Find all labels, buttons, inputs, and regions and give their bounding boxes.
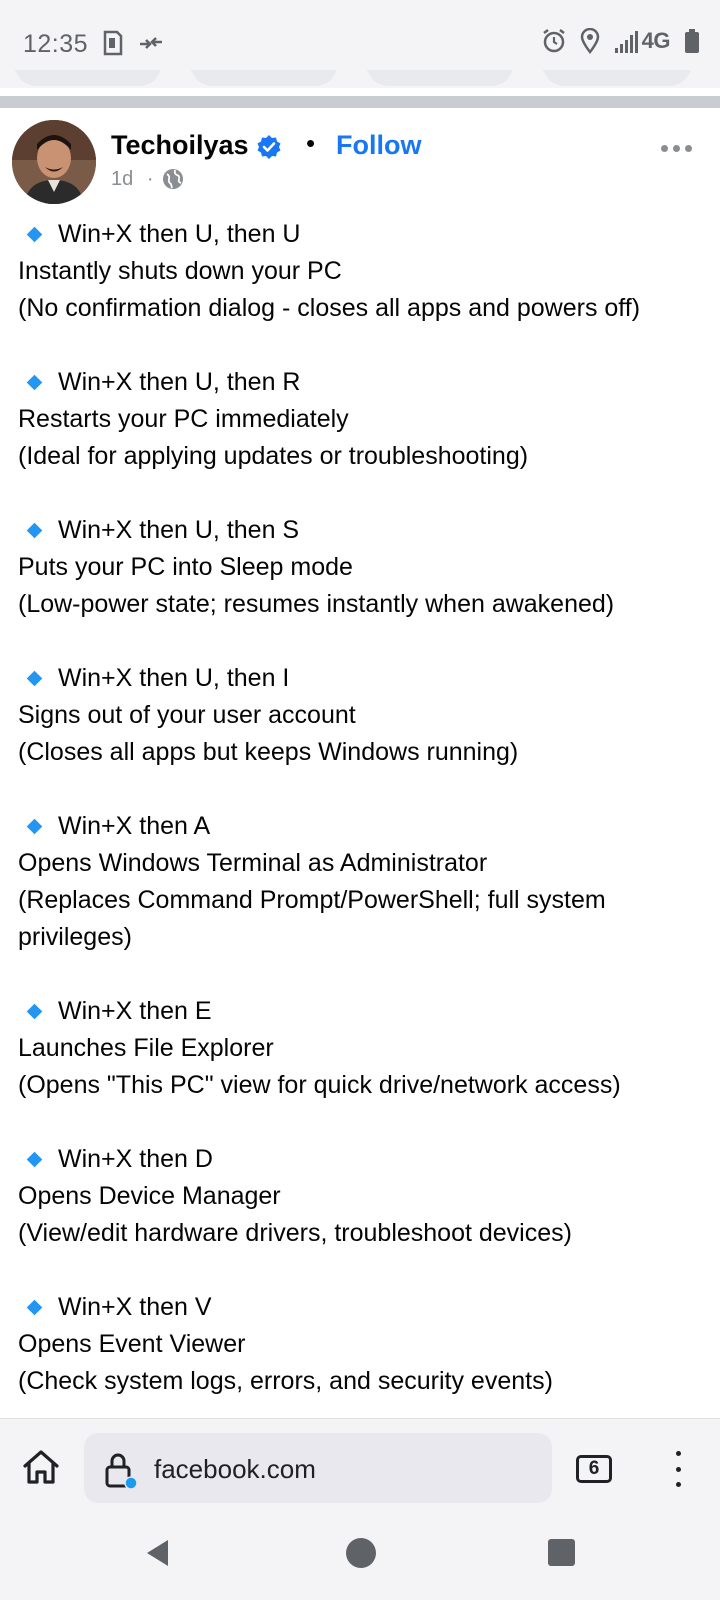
- shortcut-keys: Win+X then U, then S: [58, 516, 300, 544]
- shortcut-keys: Win+X then U, then R: [58, 368, 301, 396]
- author-name[interactable]: Techoilyas: [111, 130, 249, 161]
- shortcut-tip: Win+X then A Opens Windows Terminal as Ad…: [18, 808, 708, 956]
- shortcut-keys: Win+X then D: [58, 1145, 213, 1173]
- shortcut-tip: Win+X then U, then U Instantly shuts down…: [18, 216, 708, 327]
- signal-icon: [614, 31, 638, 53]
- shortcut-keys-line: Win+X then U, then U: [18, 216, 708, 253]
- shortcut-keys-line: Win+X then U, then I: [18, 660, 708, 697]
- separator-dot: •: [306, 128, 316, 158]
- shortcut-keys: Win+X then V: [58, 1293, 212, 1321]
- shortcut-description: Opens Event Viewer: [18, 1330, 246, 1358]
- shortcut-description: Restarts your PC immediately: [18, 405, 349, 433]
- recent-apps-icon[interactable]: [548, 1539, 575, 1566]
- filter-pill[interactable]: [542, 70, 692, 86]
- shortcut-detail: (Check system logs, errors, and security…: [18, 1367, 553, 1395]
- shortcut-tip: Win+X then V Opens Event Viewer (Check sys…: [18, 1289, 708, 1400]
- location-icon: [580, 28, 599, 54]
- post-timestamp[interactable]: 1d ·: [111, 168, 153, 191]
- blue-diamond-icon: [26, 670, 43, 687]
- shortcut-tip: Win+X then U, then S Puts your PC into Sl…: [18, 512, 708, 623]
- shortcut-description: Launches File Explorer: [18, 1034, 274, 1062]
- shortcut-keys-line: Win+X then V: [18, 1289, 708, 1326]
- shortcut-detail: (Ideal for applying updates or troublesh…: [18, 442, 529, 470]
- more-options-button[interactable]: [656, 138, 696, 158]
- post-time-text: 1d: [111, 168, 134, 190]
- blue-diamond-icon: [26, 1003, 43, 1020]
- browser-menu-button[interactable]: [670, 1451, 686, 1487]
- shortcut-description: Signs out of your user account: [18, 701, 356, 729]
- blue-diamond-icon: [26, 1151, 43, 1168]
- tab-switcher-button[interactable]: 6: [576, 1455, 612, 1483]
- shortcut-keys-line: Win+X then U, then R: [18, 364, 708, 401]
- shortcut-keys-line: Win+X then A: [18, 808, 708, 845]
- back-icon[interactable]: [144, 1538, 172, 1568]
- filter-pill[interactable]: [14, 70, 162, 86]
- shortcut-keys: Win+X then U, then U: [58, 220, 301, 248]
- shortcut-tip: Win+X then E Launches File Explorer (Opens…: [18, 993, 708, 1104]
- lock-icon: [105, 1453, 138, 1490]
- shortcut-detail: (Low-power state; resumes instantly when…: [18, 590, 615, 618]
- post-text: Win+X then U, then U Instantly shuts down…: [18, 216, 708, 1418]
- more-dot: [672, 144, 680, 152]
- author-avatar[interactable]: [12, 120, 96, 204]
- shortcut-keys-line: Win+X then U, then S: [18, 512, 708, 549]
- blue-diamond-icon: [26, 374, 43, 391]
- menu-dot: [675, 1451, 681, 1456]
- menu-dot: [675, 1482, 681, 1487]
- browser-toolbar: facebook.com 6: [0, 1418, 720, 1520]
- shortcut-tip: Win+X then U, then R Restarts your PC imm…: [18, 364, 708, 475]
- shortcut-detail: (Replaces Command Prompt/PowerShell; ful…: [18, 886, 606, 951]
- battery-icon: [685, 29, 699, 53]
- alarm-icon: [542, 29, 565, 53]
- follow-button[interactable]: Follow: [336, 130, 421, 161]
- home-nav-icon[interactable]: [346, 1538, 376, 1568]
- network-type: 4G: [641, 28, 671, 53]
- post-header: Techoilyas • Follow 1d ·: [0, 108, 720, 208]
- address-bar[interactable]: facebook.com: [84, 1433, 552, 1503]
- more-dot: [684, 144, 692, 152]
- feed-filter-pills: [0, 70, 720, 90]
- time-separator: ·: [146, 168, 154, 190]
- shortcut-detail: (No confirmation dialog - closes all app…: [18, 294, 641, 322]
- filter-pill[interactable]: [190, 70, 338, 86]
- url-text: facebook.com: [154, 1454, 316, 1484]
- more-dot: [660, 144, 668, 152]
- data-transfer-icon: [140, 37, 162, 49]
- shortcut-detail: (Closes all apps but keeps Windows runni…: [18, 738, 519, 766]
- blue-diamond-icon: [26, 1299, 43, 1316]
- shortcut-keys-line: Win+X then D: [18, 1141, 708, 1178]
- section-divider: [0, 96, 720, 108]
- shortcut-description: Opens Device Manager: [18, 1182, 281, 1210]
- shortcut-keys: Win+X then E: [58, 997, 212, 1025]
- shortcut-description: Instantly shuts down your PC: [18, 257, 342, 285]
- shortcut-keys-line: Win+X then E: [18, 993, 708, 1030]
- shortcut-description: Opens Windows Terminal as Administrator: [18, 849, 488, 877]
- home-icon[interactable]: [22, 1449, 60, 1485]
- shortcut-detail: (View/edit hardware drivers, troubleshoo…: [18, 1219, 572, 1247]
- filter-pill[interactable]: [366, 70, 514, 86]
- blue-diamond-icon: [26, 226, 43, 243]
- menu-dot: [675, 1466, 681, 1472]
- blue-diamond-icon: [26, 522, 43, 539]
- verified-badge-icon: [257, 135, 281, 159]
- shortcut-detail: (Opens "This PC" view for quick drive/ne…: [18, 1071, 621, 1099]
- shortcut-tip: Win+X then U, then I Signs out of your us…: [18, 660, 708, 771]
- shortcut-tip: Win+X then D Opens Device Manager (View/ed…: [18, 1141, 708, 1252]
- sim-card-icon: [103, 30, 123, 56]
- shortcut-keys: Win+X then A: [58, 812, 211, 840]
- globe-icon: [163, 169, 183, 189]
- status-time: 12:35: [23, 30, 89, 58]
- shortcut-keys: Win+X then U, then I: [58, 664, 290, 692]
- blue-diamond-icon: [26, 818, 43, 835]
- system-navigation-bar: [0, 1520, 720, 1600]
- shortcut-description: Puts your PC into Sleep mode: [18, 553, 353, 581]
